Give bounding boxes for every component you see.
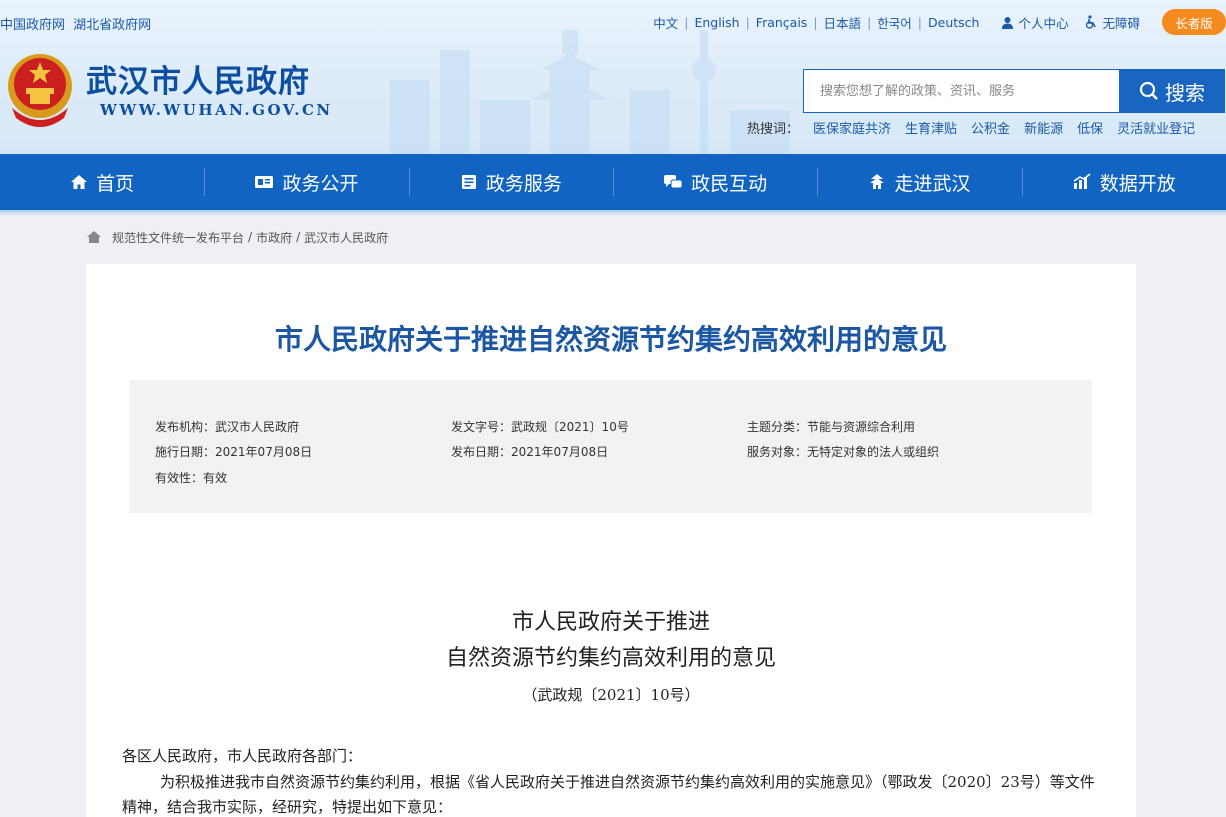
nav-interaction[interactable]: 政民互动 [612, 154, 817, 210]
document-paragraph: 为积极推进我市自然资源节约集约利用，根据《省人民政府关于推进自然资源节约集约高效… [122, 773, 1095, 816]
hot-word[interactable]: 低保 [1077, 118, 1103, 137]
meta-value: 2021年07月08日 [511, 445, 609, 459]
search-button-label: 搜索 [1165, 80, 1205, 105]
lang-german[interactable]: Deutsch [922, 15, 985, 30]
search-button[interactable]: 搜索 [1119, 69, 1225, 113]
hot-word[interactable]: 新能源 [1024, 118, 1063, 137]
nav-label: 走进武汉 [894, 172, 971, 195]
meta-value: 2021年07月08日 [215, 445, 313, 459]
elder-version-button[interactable]: 长者版 [1162, 9, 1226, 35]
document-heading-line1: 市人民政府关于推进 [511, 610, 710, 635]
meta-label: 有效性： [155, 471, 204, 485]
meta-value: 武政规〔2021〕10号 [511, 420, 629, 434]
nav-shadow [0, 210, 1226, 216]
top-right-links: 中文 | English | Français | 日本語 | 한국어 | Deutsch… [647, 0, 1226, 44]
breadcrumb: 规范性文件统一发布平台 / 市政府 / 武汉市人民政府 [86, 228, 388, 246]
site-url: WWW.WUHAN.GOV.CN [100, 101, 333, 119]
nav-about-wuhan[interactable]: 走进武汉 [817, 154, 1021, 210]
hot-word[interactable]: 灵活就业登记 [1117, 118, 1195, 137]
lang-korean[interactable]: 한국어 [871, 13, 918, 32]
lang-french[interactable]: Français [750, 15, 814, 30]
meta-label: 施行日期： [155, 445, 216, 459]
personal-center-link[interactable]: 个人中心 [1001, 13, 1068, 32]
document-number: （武政规〔2021〕10号） [522, 686, 700, 704]
pavilion-icon [870, 174, 885, 189]
hot-word[interactable]: 公积金 [971, 118, 1010, 137]
meta-value: 武汉市人民政府 [215, 420, 300, 434]
meta-effective-date: 施行日期：2021年07月08日 [155, 443, 312, 460]
breadcrumb-item[interactable]: 武汉市人民政府 [304, 229, 388, 246]
hot-search-row: 热搜词： 医保家庭共济 生育津贴 公积金 新能源 低保 灵活就业登记 [747, 118, 1195, 137]
hot-word[interactable]: 生育津贴 [905, 118, 957, 137]
nav-label: 政务服务 [485, 172, 562, 195]
meta-value: 无特定对象的法人或组织 [807, 445, 940, 459]
meta-label: 服务对象： [747, 445, 808, 459]
nav-label: 政民互动 [691, 172, 768, 195]
hot-search-label: 热搜词： [747, 122, 800, 137]
lang-chinese[interactable]: 中文 [647, 13, 684, 32]
chart-icon [1073, 173, 1091, 189]
link-hubei-gov[interactable]: 湖北省政府网 [73, 18, 151, 33]
breadcrumb-item[interactable]: 规范性文件统一发布平台 [112, 229, 244, 246]
lang-japanese[interactable]: 日本語 [818, 13, 868, 32]
document-salutation: 各区人民政府，市人民政府各部门： [122, 747, 363, 765]
chat-icon [664, 175, 683, 189]
document-card: 市人民政府关于推进自然资源节约集约高效利用的意见 发布机构：武汉市人民政府 发文… [86, 264, 1136, 817]
document-icon [461, 175, 476, 189]
meta-value: 有效 [203, 471, 228, 485]
nav-gov-services[interactable]: 政务服务 [408, 154, 613, 210]
id-card-icon [255, 176, 274, 188]
meta-doc-no: 发文字号：武政规〔2021〕10号 [451, 418, 629, 435]
top-left-links: 中国政府网 湖北省政府网 [0, 14, 155, 33]
home-icon[interactable] [86, 230, 102, 244]
document-title: 市人民政府关于推进自然资源节约集约高效利用的意见 [274, 323, 947, 356]
nav-gov-affairs[interactable]: 政务公开 [204, 154, 408, 210]
hot-word[interactable]: 医保家庭共济 [813, 118, 891, 137]
lang-english[interactable]: English [688, 15, 745, 30]
meta-value: 节能与资源综合利用 [807, 420, 916, 434]
personal-center-label: 个人中心 [1018, 15, 1069, 31]
accessibility-label: 无障碍 [1102, 15, 1140, 31]
nav-label: 数据开放 [1099, 172, 1176, 195]
meta-publish-date: 发布日期：2021年07月08日 [451, 443, 608, 460]
meta-validity: 有效性：有效 [155, 469, 227, 486]
meta-label: 发布机构： [155, 420, 216, 434]
breadcrumb-item[interactable]: 市政府 [256, 229, 292, 246]
document-heading-line2: 自然资源节约集约高效利用的意见 [445, 646, 776, 671]
meta-label: 主题分类： [747, 420, 808, 434]
nav-label: 政务公开 [282, 172, 359, 195]
main-nav: 首页 政务公开 政务服务 政民互动 走进武汉 数据开放 [0, 154, 1226, 210]
meta-topic: 主题分类：节能与资源综合利用 [747, 418, 915, 435]
search-icon [1139, 81, 1158, 100]
meta-issuer: 发布机构：武汉市人民政府 [155, 418, 299, 435]
site-title[interactable]: 武汉市人民政府 [86, 56, 310, 101]
search-input[interactable] [804, 70, 1120, 112]
nav-label: 首页 [96, 172, 135, 195]
home-icon [71, 175, 88, 189]
document-meta-panel: 发布机构：武汉市人民政府 发文字号：武政规〔2021〕10号 主题分类：节能与资… [129, 380, 1092, 513]
national-emblem-logo [8, 54, 72, 127]
site-header: 中国政府网 湖北省政府网 中文 | English | Français | 日本語 |… [0, 0, 1226, 154]
nav-home[interactable]: 首页 [0, 154, 204, 210]
user-icon [1002, 16, 1014, 29]
link-gov-cn[interactable]: 中国政府网 [0, 18, 65, 33]
meta-label: 发文字号： [451, 420, 512, 434]
wheelchair-icon [1086, 15, 1097, 29]
search-box [803, 69, 1120, 113]
nav-open-data[interactable]: 数据开放 [1021, 154, 1226, 210]
meta-target: 服务对象：无特定对象的法人或组织 [747, 443, 939, 460]
meta-label: 发布日期： [451, 445, 512, 459]
accessibility-link[interactable]: 无障碍 [1084, 13, 1140, 32]
